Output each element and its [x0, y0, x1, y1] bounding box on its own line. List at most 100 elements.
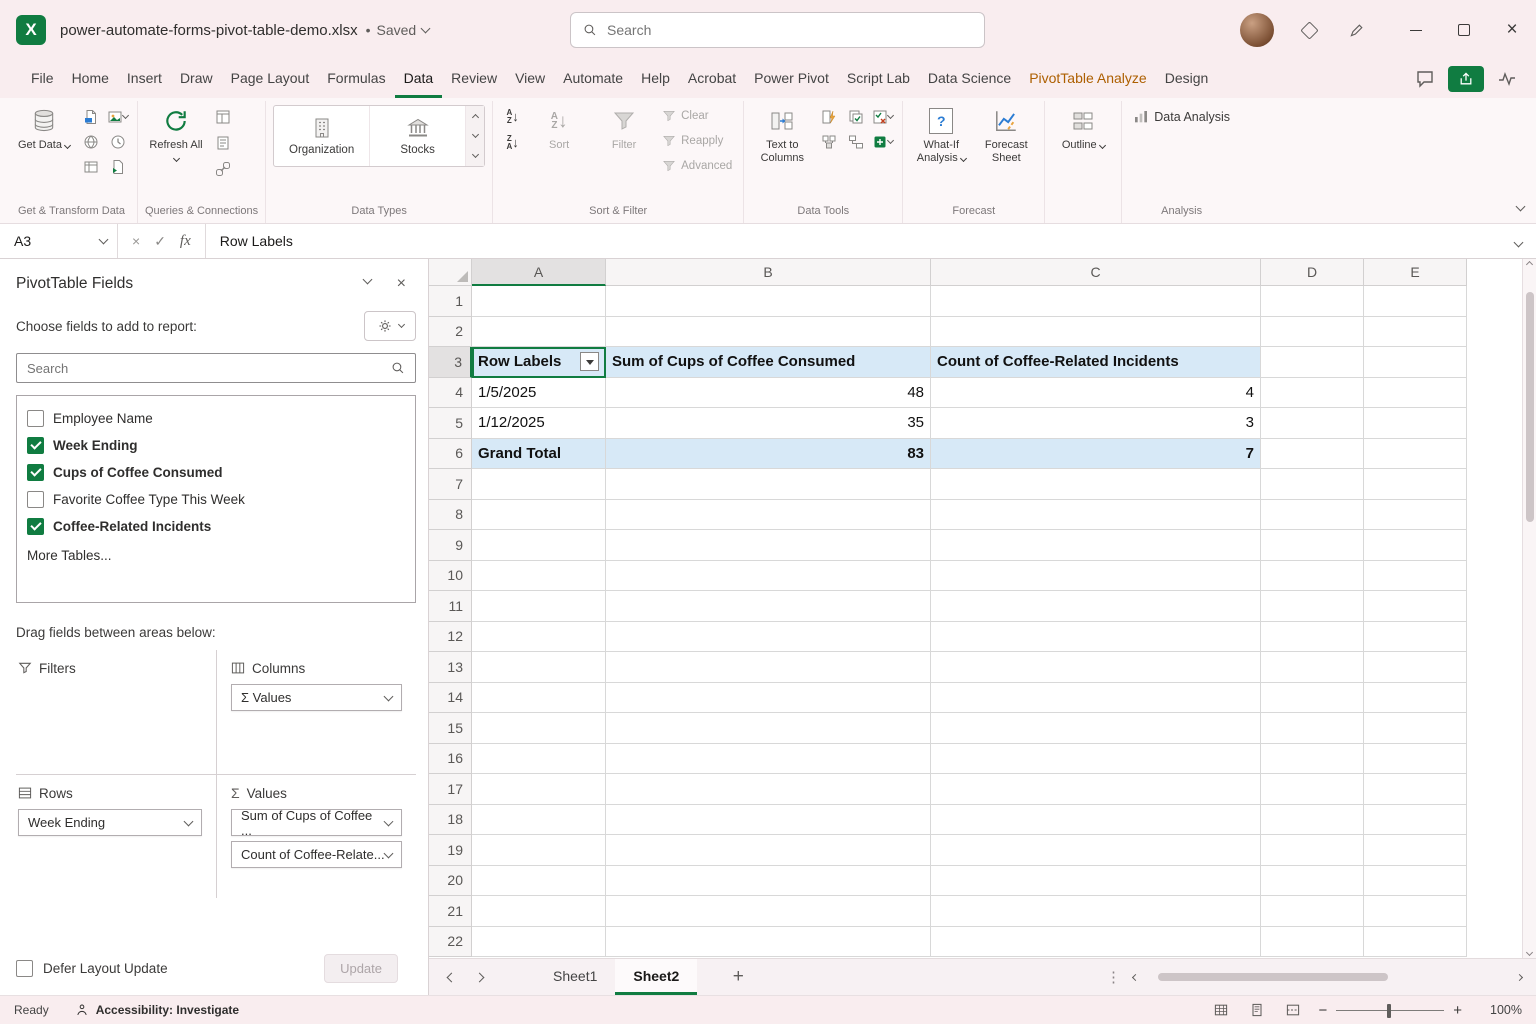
organization-data-type[interactable]: Organization: [274, 106, 370, 166]
cell-B6[interactable]: 83: [606, 439, 931, 470]
ribbon-tab[interactable]: Insert: [118, 60, 171, 98]
cell-B7[interactable]: [606, 469, 931, 500]
cell-B15[interactable]: [606, 713, 931, 744]
cell-A15[interactable]: [472, 713, 606, 744]
cell-A3[interactable]: Row Labels: [472, 347, 606, 378]
cell-D10[interactable]: [1261, 561, 1364, 592]
cell-C3[interactable]: Count of Coffee-Related Incidents: [931, 347, 1261, 378]
field-checkbox[interactable]: [27, 410, 44, 427]
page-break-preview-icon[interactable]: [1282, 1000, 1304, 1020]
cell-A6[interactable]: Grand Total: [472, 439, 606, 470]
cell-B4[interactable]: 48: [606, 378, 931, 409]
field-checkbox[interactable]: [27, 437, 44, 454]
update-button[interactable]: Update: [324, 954, 398, 983]
area-item[interactable]: Sum of Cups of Coffee ...: [231, 809, 402, 836]
ribbon-tab[interactable]: Data: [395, 60, 443, 98]
cell-E1[interactable]: [1364, 286, 1467, 317]
outline-button[interactable]: Outline: [1052, 102, 1114, 152]
field-checkbox[interactable]: [27, 518, 44, 535]
cell-B10[interactable]: [606, 561, 931, 592]
ribbon-tab[interactable]: Design: [1156, 60, 1218, 98]
cell-B22[interactable]: [606, 927, 931, 958]
row-header-17[interactable]: 17: [429, 774, 472, 805]
row-header-20[interactable]: 20: [429, 866, 472, 897]
what-if-analysis-button[interactable]: ? What-If Analysis: [910, 102, 972, 165]
formula-cancel-icon[interactable]: ×: [132, 233, 140, 249]
name-box[interactable]: A3: [0, 224, 118, 258]
fields-search-input[interactable]: [27, 361, 383, 376]
cell-B8[interactable]: [606, 500, 931, 531]
defer-layout-checkbox[interactable]: [16, 960, 33, 977]
cell-D14[interactable]: [1261, 683, 1364, 714]
cell-D5[interactable]: [1261, 408, 1364, 439]
cell-C9[interactable]: [931, 530, 1261, 561]
horizontal-scrollbar[interactable]: [1133, 972, 1528, 982]
scroll-right-icon[interactable]: [1516, 973, 1523, 980]
horizontal-scrollbar-thumb[interactable]: [1158, 973, 1388, 981]
cell-B18[interactable]: [606, 805, 931, 836]
filters-area[interactable]: Filters: [16, 650, 216, 774]
cell-B11[interactable]: [606, 591, 931, 622]
cell-E15[interactable]: [1364, 713, 1467, 744]
cell-A5[interactable]: 1/12/2025: [472, 408, 606, 439]
row-header-11[interactable]: 11: [429, 591, 472, 622]
activity-icon[interactable]: [1494, 66, 1520, 92]
cell-C21[interactable]: [931, 896, 1261, 927]
area-item[interactable]: Σ Values: [231, 684, 402, 711]
cell-E16[interactable]: [1364, 744, 1467, 775]
cell-D18[interactable]: [1261, 805, 1364, 836]
fields-search-box[interactable]: [16, 353, 416, 383]
row-header-6[interactable]: 6: [429, 439, 472, 470]
area-item[interactable]: Count of Coffee-Relate...: [231, 841, 402, 868]
cell-B16[interactable]: [606, 744, 931, 775]
row-header-7[interactable]: 7: [429, 469, 472, 500]
cell-E5[interactable]: [1364, 408, 1467, 439]
from-text-csv-button[interactable]: [78, 105, 103, 128]
add-sheet-button[interactable]: +: [721, 966, 755, 988]
cell-C1[interactable]: [931, 286, 1261, 317]
cell-A8[interactable]: [472, 500, 606, 531]
cell-E18[interactable]: [1364, 805, 1467, 836]
premium-diamond-icon[interactable]: [1296, 17, 1322, 43]
cell-C18[interactable]: [931, 805, 1261, 836]
accessibility-status[interactable]: Accessibility: Investigate: [75, 1003, 239, 1017]
cell-C17[interactable]: [931, 774, 1261, 805]
get-data-button[interactable]: Get Data: [13, 102, 75, 152]
ribbon-tab[interactable]: Formulas: [318, 60, 394, 98]
field-row[interactable]: Favorite Coffee Type This Week: [27, 486, 405, 513]
cell-D8[interactable]: [1261, 500, 1364, 531]
cell-E4[interactable]: [1364, 378, 1467, 409]
column-header-A[interactable]: A: [472, 259, 606, 286]
cell-A22[interactable]: [472, 927, 606, 958]
cell-D9[interactable]: [1261, 530, 1364, 561]
advanced-filter-button[interactable]: Advanced: [658, 155, 736, 177]
row-header-5[interactable]: 5: [429, 408, 472, 439]
cell-A2[interactable]: [472, 317, 606, 348]
cell-B9[interactable]: [606, 530, 931, 561]
cell-D17[interactable]: [1261, 774, 1364, 805]
ribbon-tab[interactable]: Script Lab: [838, 60, 919, 98]
row-header-12[interactable]: 12: [429, 622, 472, 653]
vertical-scrollbar[interactable]: [1522, 259, 1536, 958]
cell-A13[interactable]: [472, 652, 606, 683]
cell-E7[interactable]: [1364, 469, 1467, 500]
cell-B19[interactable]: [606, 835, 931, 866]
field-row[interactable]: Week Ending: [27, 432, 405, 459]
existing-connections-button[interactable]: [105, 155, 130, 178]
cell-A16[interactable]: [472, 744, 606, 775]
titlebar-search[interactable]: [570, 12, 985, 48]
cell-A4[interactable]: 1/5/2025: [472, 378, 606, 409]
panel-options-chevron-icon[interactable]: [362, 275, 372, 285]
cell-E6[interactable]: [1364, 439, 1467, 470]
cell-E13[interactable]: [1364, 652, 1467, 683]
field-row[interactable]: Coffee-Related Incidents: [27, 513, 405, 540]
scroll-up-icon[interactable]: [1526, 261, 1533, 268]
cell-B5[interactable]: 35: [606, 408, 931, 439]
cell-C19[interactable]: [931, 835, 1261, 866]
cell-A14[interactable]: [472, 683, 606, 714]
data-analysis-button[interactable]: Data Analysis: [1129, 106, 1234, 128]
cell-A20[interactable]: [472, 866, 606, 897]
cell-C10[interactable]: [931, 561, 1261, 592]
properties-button[interactable]: [210, 131, 235, 154]
sheet-options-icon[interactable]: ⋮: [1094, 968, 1133, 986]
